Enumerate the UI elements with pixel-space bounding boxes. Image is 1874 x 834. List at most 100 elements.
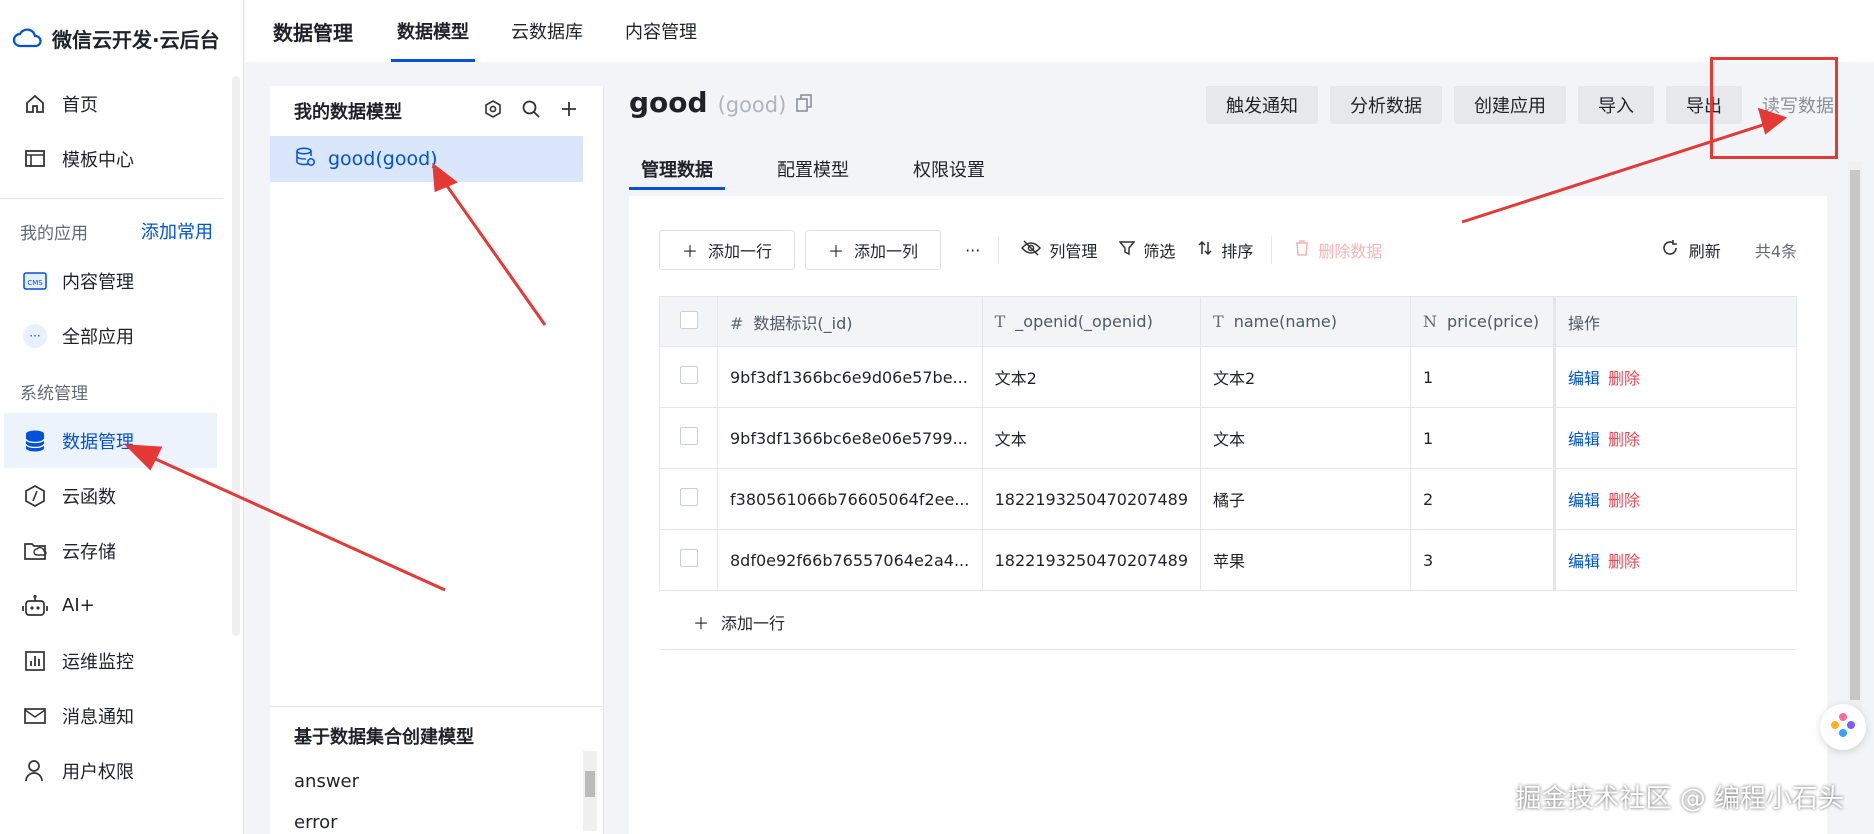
column-header-name[interactable]: Tname(name) [1200,296,1412,347]
filter-button[interactable]: 筛选 [1118,238,1175,262]
refresh-button[interactable]: 刷新 [1661,238,1721,262]
cell-name[interactable]: 橘子 [1200,468,1412,530]
sidebar-item-monitor[interactable]: 运维监控 [0,633,243,688]
sidebar-item-data-management[interactable]: 数据管理 [4,413,217,468]
copy-icon[interactable] [796,94,813,116]
column-header-openid[interactable]: T _openid(_openid) [981,296,1202,347]
add-icon[interactable] [559,99,579,124]
collection-item[interactable]: error [270,802,604,834]
more-icon: ··· [22,323,48,349]
eye-off-icon [1021,240,1042,260]
cell-id[interactable]: f380561066b76605064f2ee... [717,468,983,530]
collection-item[interactable]: answer [270,761,604,802]
number-type-icon: N [1423,312,1438,331]
table-row[interactable]: 9bf3df1366bc6e8e06e5799... 文本 文本 1 编辑 删除 [659,407,1797,469]
delete-data-button[interactable]: 删除数据 [1294,238,1382,262]
cell-name[interactable]: 苹果 [1200,529,1412,591]
sidebar-item-functions[interactable]: 云函数 [0,468,243,523]
model-icon [294,146,316,173]
sidebar-item-label: 云函数 [62,486,116,508]
table-row[interactable]: f380561066b76605064f2ee... 1822193250470… [659,468,1797,530]
scrollbar-thumb[interactable] [585,771,595,797]
sidebar-item-user-permission[interactable]: 用户权限 [0,743,243,798]
add-row-inline-button[interactable]: ＋ 添加一行 [659,594,1797,650]
my-apps-label: 我的应用 [20,223,88,244]
column-header-operations: 操作 [1553,296,1797,347]
sidebar-item-template[interactable]: 模板中心 [0,131,243,186]
model-item-good[interactable]: good(good) [270,136,583,182]
tab-cloud-database[interactable]: 云数据库 [505,0,589,62]
column-manage-button[interactable]: 列管理 [1021,238,1097,262]
tab-data-model[interactable]: 数据模型 [391,0,475,62]
add-row-button[interactable]: ＋ 添加一行 [659,230,796,270]
import-button[interactable]: 导入 [1578,86,1654,124]
sidebar-item-ai[interactable]: AI+ [0,578,243,633]
table-row[interactable]: 8df0e92f66b76557064e2a4... 1822193250470… [659,529,1797,591]
row-select-cell [659,407,718,469]
cell-price[interactable]: 2 [1410,468,1556,530]
scrollbar-thumb[interactable] [1850,170,1860,700]
cell-id[interactable]: 9bf3df1366bc6e9d06e57be... [717,346,983,408]
delete-link[interactable]: 删除 [1608,369,1640,388]
cell-price[interactable]: 3 [1410,529,1556,591]
plus-icon: ＋ [828,242,845,261]
sidebar-item-home[interactable]: 首页 [0,76,243,131]
sidebar-scrollbar[interactable] [232,76,240,636]
edit-link[interactable]: 编辑 [1568,369,1600,388]
cell-id[interactable]: 8df0e92f66b76557064e2a4... [717,529,983,591]
sidebar-item-storage[interactable]: 云存储 [0,523,243,578]
column-header-price[interactable]: Nprice(price) [1410,296,1556,347]
more-button[interactable]: ··· [965,241,980,260]
trash-icon [1294,239,1310,261]
cell-openid[interactable]: 文本2 [981,346,1202,408]
page-scrollbar[interactable] [1848,162,1862,722]
assistant-fab[interactable] [1820,704,1866,750]
edit-link[interactable]: 编辑 [1568,430,1600,449]
column-header-id[interactable]: # 数据标识(_id) [717,296,983,347]
divider [0,198,223,199]
cell-name[interactable]: 文本 [1200,407,1412,469]
brand[interactable]: 微信云开发·云后台 [0,0,243,76]
create-app-button[interactable]: 创建应用 [1454,86,1566,124]
cell-name[interactable]: 文本2 [1200,346,1412,408]
cell-openid[interactable]: 1822193250470207489 [981,468,1202,530]
row-checkbox[interactable] [679,427,698,445]
settings-icon[interactable] [483,99,503,124]
cloud-logo-icon [12,28,42,48]
cell-price[interactable]: 1 [1410,407,1556,469]
cell-openid[interactable]: 文本 [981,407,1202,469]
row-select-cell [659,529,718,591]
row-checkbox[interactable] [679,549,698,567]
tab-manage-data[interactable]: 管理数据 [629,150,725,190]
sidebar-item-all-apps[interactable]: ··· 全部应用 [0,308,243,363]
tab-config-model[interactable]: 配置模型 [765,150,861,190]
divider [998,236,1000,264]
analyze-data-button[interactable]: 分析数据 [1330,86,1442,124]
row-checkbox[interactable] [679,488,698,506]
delete-link[interactable]: 删除 [1608,430,1640,449]
delete-link[interactable]: 删除 [1608,491,1640,510]
table-row[interactable]: 9bf3df1366bc6e9d06e57be... 文本2 文本2 1 编辑删… [659,346,1797,408]
model-heading: good (good) [629,86,813,119]
add-favorite-link[interactable]: 添加常用 [141,218,213,244]
sort-button[interactable]: 排序 [1197,238,1253,262]
add-row-inline-label: 添加一行 [721,613,786,633]
sidebar-item-cms[interactable]: CMS 内容管理 [0,253,243,308]
cell-price[interactable]: 1 [1410,346,1556,408]
tab-permissions[interactable]: 权限设置 [901,150,997,190]
select-all-checkbox[interactable] [679,310,698,329]
collection-scrollbar[interactable] [583,751,597,831]
add-column-button[interactable]: ＋ 添加一列 [805,230,942,270]
cell-openid[interactable]: 1822193250470207489 [981,529,1202,591]
search-icon[interactable] [521,99,541,124]
cell-id[interactable]: 9bf3df1366bc6e8e06e5799... [717,407,983,469]
row-checkbox[interactable] [679,366,698,384]
trigger-notify-button[interactable]: 触发通知 [1206,86,1318,124]
model-list-panel: 我的数据模型 good(good) 基于数据集合创建模型 answer erro… [270,86,604,834]
tab-content-management[interactable]: 内容管理 [619,0,703,62]
divider [1271,236,1273,264]
delete-link[interactable]: 删除 [1608,552,1640,571]
sidebar-item-message[interactable]: 消息通知 [0,688,243,743]
edit-link[interactable]: 编辑 [1568,552,1600,571]
edit-link[interactable]: 编辑 [1568,491,1600,510]
